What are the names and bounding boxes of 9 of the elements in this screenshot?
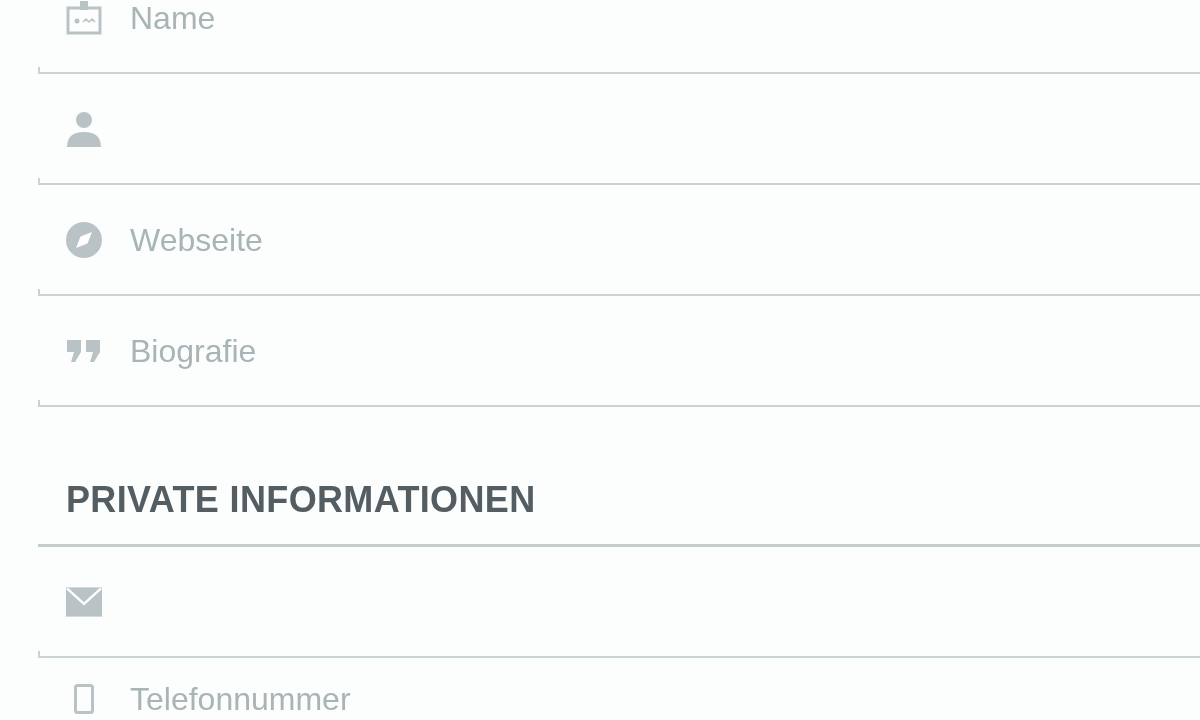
person-icon	[67, 111, 101, 147]
id-card-icon	[66, 1, 102, 35]
envelope-icon	[66, 587, 102, 617]
phone-icon	[74, 684, 94, 714]
section-heading: PRIVATE INFORMATIONEN	[66, 479, 536, 521]
input-field[interactable]: Name	[38, 0, 1200, 74]
quote-icon	[67, 340, 101, 362]
compass-icon	[66, 222, 102, 258]
input-field[interactable]: Telefonnummer	[38, 658, 1200, 720]
